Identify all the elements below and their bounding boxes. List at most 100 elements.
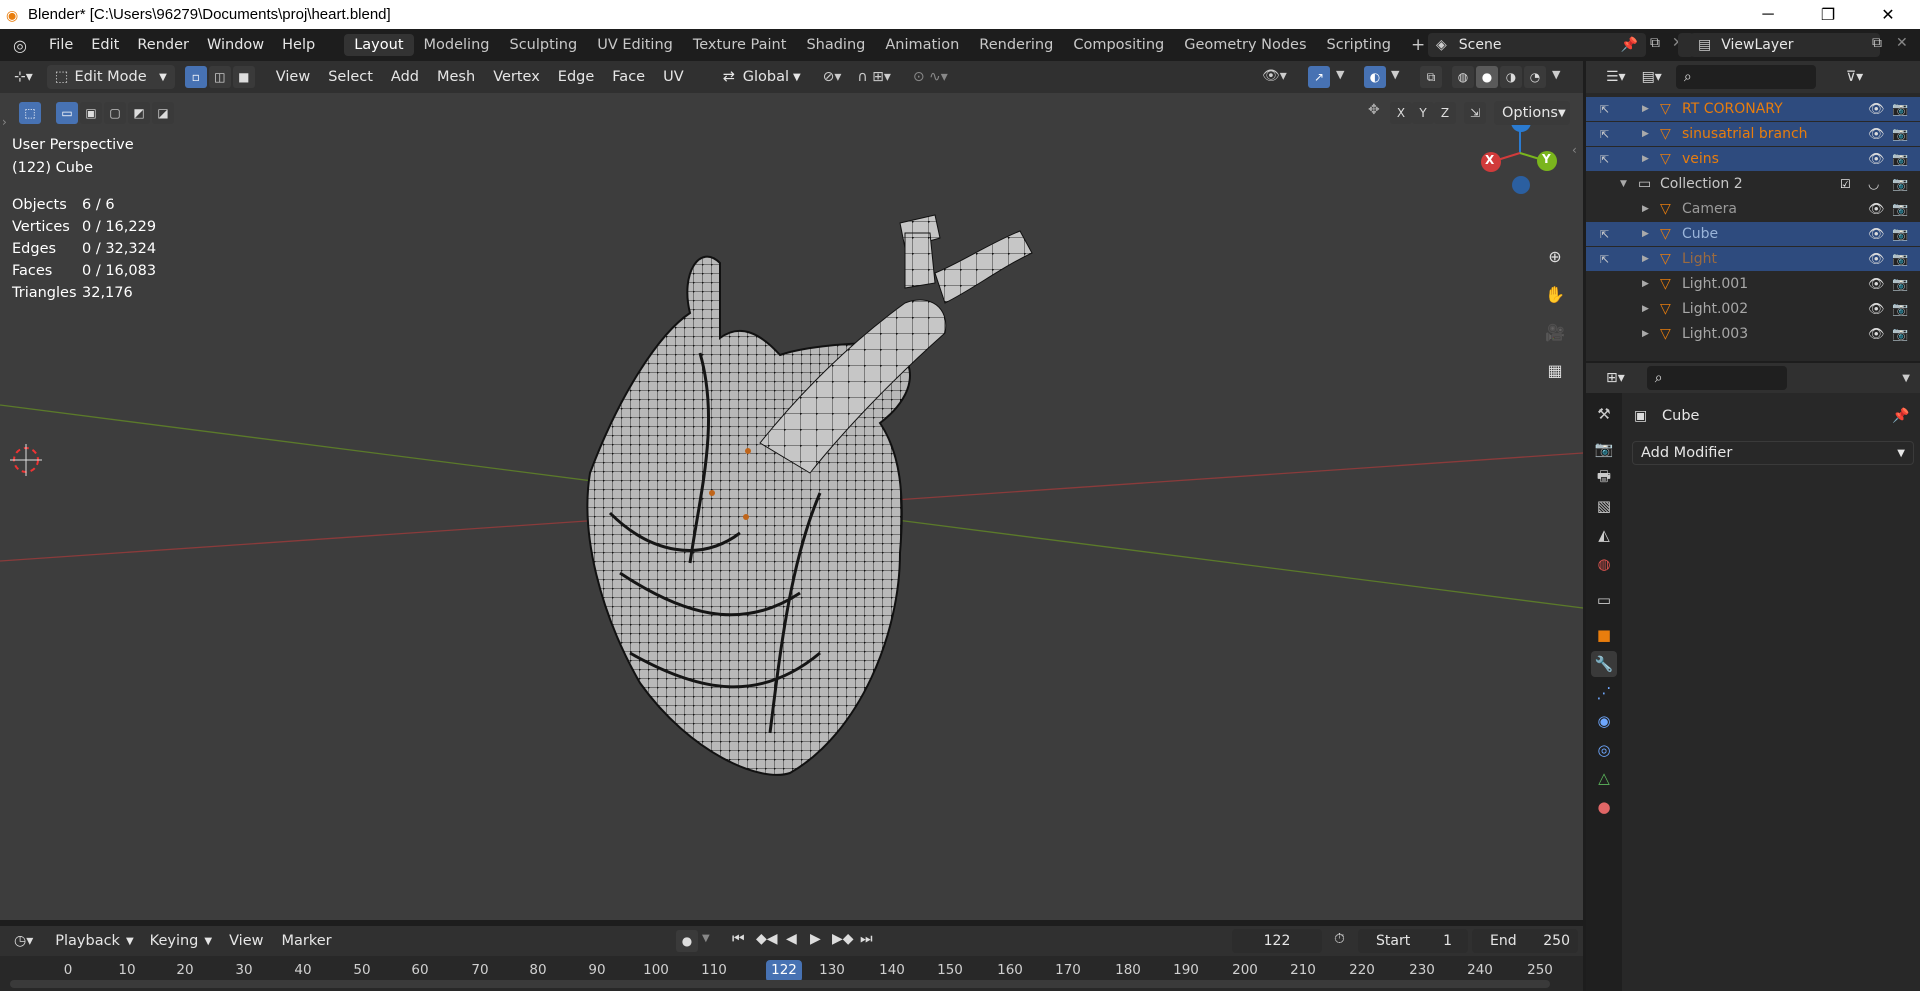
select-box-subtract-icon[interactable]: ▢ (104, 102, 126, 124)
tab-layout[interactable]: Layout (344, 34, 414, 56)
physics-tab-icon[interactable]: ◉ (1591, 708, 1617, 734)
wireframe-shading-icon[interactable]: ◍ (1452, 66, 1474, 88)
mirror-z-toggle[interactable]: Z (1434, 102, 1456, 124)
menu-help[interactable]: Help (273, 37, 324, 53)
tool-tab-icon[interactable]: ⚒ (1591, 401, 1617, 427)
zoom-icon[interactable]: ⊕ (1540, 241, 1570, 271)
collection-tab-icon[interactable]: ▭ (1591, 587, 1617, 613)
tab-rendering[interactable]: Rendering (969, 34, 1063, 56)
data-tab-icon[interactable]: △ (1591, 765, 1617, 791)
visibility-icon[interactable]: 👁▾ (1262, 68, 1287, 84)
menu-vertex[interactable]: Vertex (484, 69, 549, 85)
tab-animation[interactable]: Animation (875, 34, 969, 56)
camera-render-icon[interactable]: 📷 (1892, 127, 1908, 142)
face-select-icon[interactable]: ■ (232, 66, 255, 88)
eye-icon[interactable]: 👁 (1868, 227, 1885, 242)
filter-icon[interactable]: ⊽▾ (1846, 69, 1863, 85)
timeline-ruler[interactable]: 0 10 20 30 40 50 60 70 80 90 100 110 122 130 140 150 160… (0, 956, 1583, 991)
blender-menu-icon[interactable]: ◎ (0, 36, 40, 55)
keying-menu[interactable]: Keying ▼ (142, 929, 220, 953)
camera-render-icon[interactable]: 📷 (1892, 327, 1908, 342)
jump-start-icon[interactable]: ⏮ (732, 931, 745, 947)
expand-arrow-icon[interactable]: ▼ (1620, 179, 1627, 189)
tab-modeling[interactable]: Modeling (414, 34, 500, 56)
tab-texture-paint[interactable]: Texture Paint (683, 34, 797, 56)
outliner-row[interactable]: ⇱ ▶ ▽ sinusatrial branch 👁 📷 (1586, 122, 1920, 146)
camera-render-icon[interactable]: 📷 (1892, 277, 1908, 292)
select-tool-icon[interactable]: ⬚ (19, 102, 41, 124)
menu-edge[interactable]: Edge (549, 69, 604, 85)
pin-icon[interactable]: 📌 (1892, 408, 1909, 424)
menu-render[interactable]: Render (128, 37, 198, 53)
world-tab-icon[interactable]: ◍ (1591, 551, 1617, 577)
viewlayer-selector[interactable]: ▤ ViewLayer (1690, 33, 1880, 57)
record-icon[interactable]: ● (676, 930, 698, 952)
solid-shading-icon[interactable]: ● (1476, 66, 1498, 88)
new-scene-icon[interactable]: ⧉ (1650, 35, 1660, 51)
material-shading-icon[interactable]: ◑ (1500, 66, 1522, 88)
playback-menu[interactable]: Playback ▼ (47, 929, 141, 953)
next-keyframe-icon[interactable]: ▶◆ (832, 931, 854, 947)
properties-search-input[interactable]: ⌕ (1646, 366, 1787, 390)
camera-view-icon[interactable]: 🎥 (1540, 317, 1570, 347)
jump-end-icon[interactable]: ⏭ (860, 931, 873, 947)
mode-selector[interactable]: ⬚ Edit Mode ▼ (46, 65, 175, 89)
menu-file[interactable]: File (40, 37, 82, 53)
gizmo-toggle-icon[interactable]: ↗ (1308, 66, 1330, 88)
tab-scripting[interactable]: Scripting (1317, 34, 1401, 56)
outliner-row[interactable]: ▶ ▽ Camera 👁 📷 (1586, 197, 1920, 221)
sidebar-toggle-icon[interactable]: ‹ (1572, 143, 1577, 157)
timeline-view-menu[interactable]: View (220, 933, 272, 949)
pivot-icon[interactable]: ⊘▾ (823, 69, 842, 85)
menu-face[interactable]: Face (603, 69, 654, 85)
orientation-selector[interactable]: ⇄ Global ▼ (715, 65, 809, 89)
view-layer-tab-icon[interactable]: ▧ (1591, 493, 1617, 519)
play-icon[interactable]: ▶ (810, 931, 821, 947)
eye-icon[interactable]: 👁 (1868, 202, 1885, 217)
chevron-down-icon[interactable]: ▼ (1902, 373, 1910, 384)
vertex-select-icon[interactable]: ▫ (184, 66, 207, 88)
outliner-row[interactable]: ▼ ▭ Collection 2 ☑ ◡ 📷 (1586, 172, 1920, 196)
eye-icon[interactable]: 👁 (1868, 102, 1885, 117)
expand-arrow-icon[interactable]: ▶ (1642, 129, 1649, 139)
expand-arrow-icon[interactable]: ▶ (1642, 229, 1649, 239)
outliner-row[interactable]: ⇱ ▶ ▽ Light 👁 📷 (1586, 247, 1920, 271)
checkbox-icon[interactable]: ☑ (1840, 177, 1851, 191)
tab-sculpting[interactable]: Sculpting (499, 34, 587, 56)
menu-mesh[interactable]: Mesh (428, 69, 484, 85)
camera-render-icon[interactable]: 📷 (1892, 227, 1908, 242)
3d-viewport[interactable]: Z X Y ⬚ ▭ ▣ ▢ ◩ ◪ ✥ X Y Z ⇲ Options ▼ Us… (0, 93, 1583, 920)
select-box-intersect-icon[interactable]: ◪ (152, 102, 174, 124)
end-frame-field[interactable]: End 250 (1472, 929, 1578, 953)
new-viewlayer-icon[interactable]: ⧉ (1872, 35, 1882, 51)
start-frame-field[interactable]: Start 1 (1358, 929, 1468, 953)
close-button[interactable]: ✕ (1860, 0, 1916, 29)
eye-icon[interactable]: 👁 (1868, 127, 1885, 142)
snap-icon[interactable]: ∩ ⊞▾ (857, 69, 890, 85)
camera-render-icon[interactable]: 📷 (1892, 202, 1908, 217)
outliner-row[interactable]: ⇱ ▶ ▽ Cube 👁 📷 (1586, 222, 1920, 246)
expand-arrow-icon[interactable]: ▶ (1642, 254, 1649, 264)
camera-render-icon[interactable]: 📷 (1892, 302, 1908, 317)
mirror-x-toggle[interactable]: X (1390, 102, 1412, 124)
chevron-down-icon[interactable]: ▼ (1336, 68, 1344, 81)
rendered-shading-icon[interactable]: ◔ (1524, 66, 1546, 88)
maximize-button[interactable]: ❐ (1800, 0, 1856, 29)
current-frame-field[interactable]: 122 (1232, 929, 1322, 953)
expand-arrow-icon[interactable]: ▶ (1642, 204, 1649, 214)
add-modifier-dropdown[interactable]: Add Modifier ▼ (1632, 441, 1914, 465)
edge-select-icon[interactable]: ◫ (208, 66, 231, 88)
timeline-scrollbar[interactable] (10, 980, 1550, 988)
camera-render-icon[interactable]: 📷 (1892, 152, 1908, 167)
pan-hand-icon[interactable]: ✋ (1540, 279, 1570, 309)
constraints-tab-icon[interactable]: ◎ (1591, 737, 1617, 763)
mirror-y-toggle[interactable]: Y (1412, 102, 1434, 124)
expand-arrow-icon[interactable]: ▶ (1642, 329, 1649, 339)
outliner-row[interactable]: ▶ ▽ Light.002 👁 📷 (1586, 297, 1920, 321)
pin-icon[interactable]: 📌 (1621, 37, 1638, 53)
outliner-row[interactable]: ▶ ▽ Light.001 👁 📷 (1586, 272, 1920, 296)
menu-select[interactable]: Select (319, 69, 382, 85)
expand-arrow-icon[interactable]: ▶ (1642, 279, 1649, 289)
perspective-grid-icon[interactable]: ▦ (1540, 355, 1570, 385)
outliner-editor-icon[interactable]: ☰▾ (1606, 69, 1626, 85)
